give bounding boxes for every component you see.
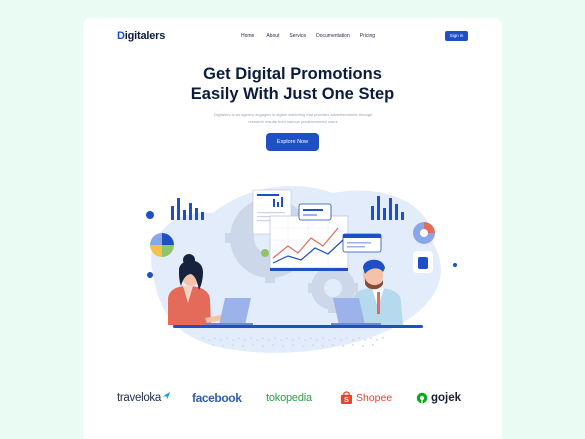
bird-icon xyxy=(162,391,171,399)
line-chart-panel-icon xyxy=(269,215,349,271)
chat-bubble-icon xyxy=(298,203,332,221)
nav-item-about[interactable]: About xyxy=(266,33,279,39)
desk xyxy=(173,325,423,328)
top-navbar: Digitalers Home About Service Documentat… xyxy=(83,18,502,56)
nav-item-documentation[interactable]: Documentation xyxy=(316,33,350,39)
nav-item-pricing[interactable]: Pricing xyxy=(360,33,375,39)
cube-card-icon xyxy=(413,251,433,273)
facebook-logo: facebook xyxy=(192,391,242,405)
traveloka-logo: traveloka xyxy=(117,388,171,408)
gojek-icon xyxy=(416,392,428,404)
decor-dot-icon xyxy=(147,272,153,278)
tokopedia-logo: tokopedia xyxy=(266,392,312,404)
brand-logo-initial: D xyxy=(117,30,125,42)
hero-title-line-2: Easily With Just One Step xyxy=(190,85,395,103)
nav-item-service[interactable]: Service xyxy=(289,33,306,39)
partner-logos-row: traveloka facebook tokopedia S Shopee goj… xyxy=(83,388,502,410)
pie-chart-icon xyxy=(150,233,174,257)
brand-logo-rest: igitalers xyxy=(124,30,166,42)
explore-now-button[interactable]: Explore Now xyxy=(266,133,319,151)
browser-window-icon xyxy=(342,233,382,253)
brand-logo[interactable]: Digitalers xyxy=(117,30,165,42)
green-check-icon xyxy=(261,249,269,257)
landing-page-card: Digitalers Home About Service Documentat… xyxy=(83,18,502,439)
hero-illustration xyxy=(146,185,457,353)
nav-menu: Home About Service Documentation Pricing xyxy=(241,33,375,39)
sign-in-button[interactable]: Sign in xyxy=(445,31,468,41)
decor-dot-icon xyxy=(146,211,154,219)
decor-dot-icon xyxy=(453,263,457,267)
shopping-bag-icon: S xyxy=(340,391,353,404)
traveloka-logo-text: traveloka xyxy=(117,392,161,404)
donut-chart-icon xyxy=(413,222,435,244)
hero-subtitle: Digitalers is an agency engaged in digit… xyxy=(213,112,373,124)
nav-item-home[interactable]: Home xyxy=(241,33,254,39)
shopee-logo-text: Shopee xyxy=(356,392,393,404)
svg-text:S: S xyxy=(344,395,349,404)
gojek-logo-text: gojek xyxy=(431,392,462,404)
hero-title-line-1: Get Digital Promotions xyxy=(203,65,382,83)
gojek-logo: gojek xyxy=(416,388,461,408)
hero-title: Get Digital Promotions Easily With Just … xyxy=(83,64,502,104)
shopee-logo: S Shopee xyxy=(340,388,392,408)
